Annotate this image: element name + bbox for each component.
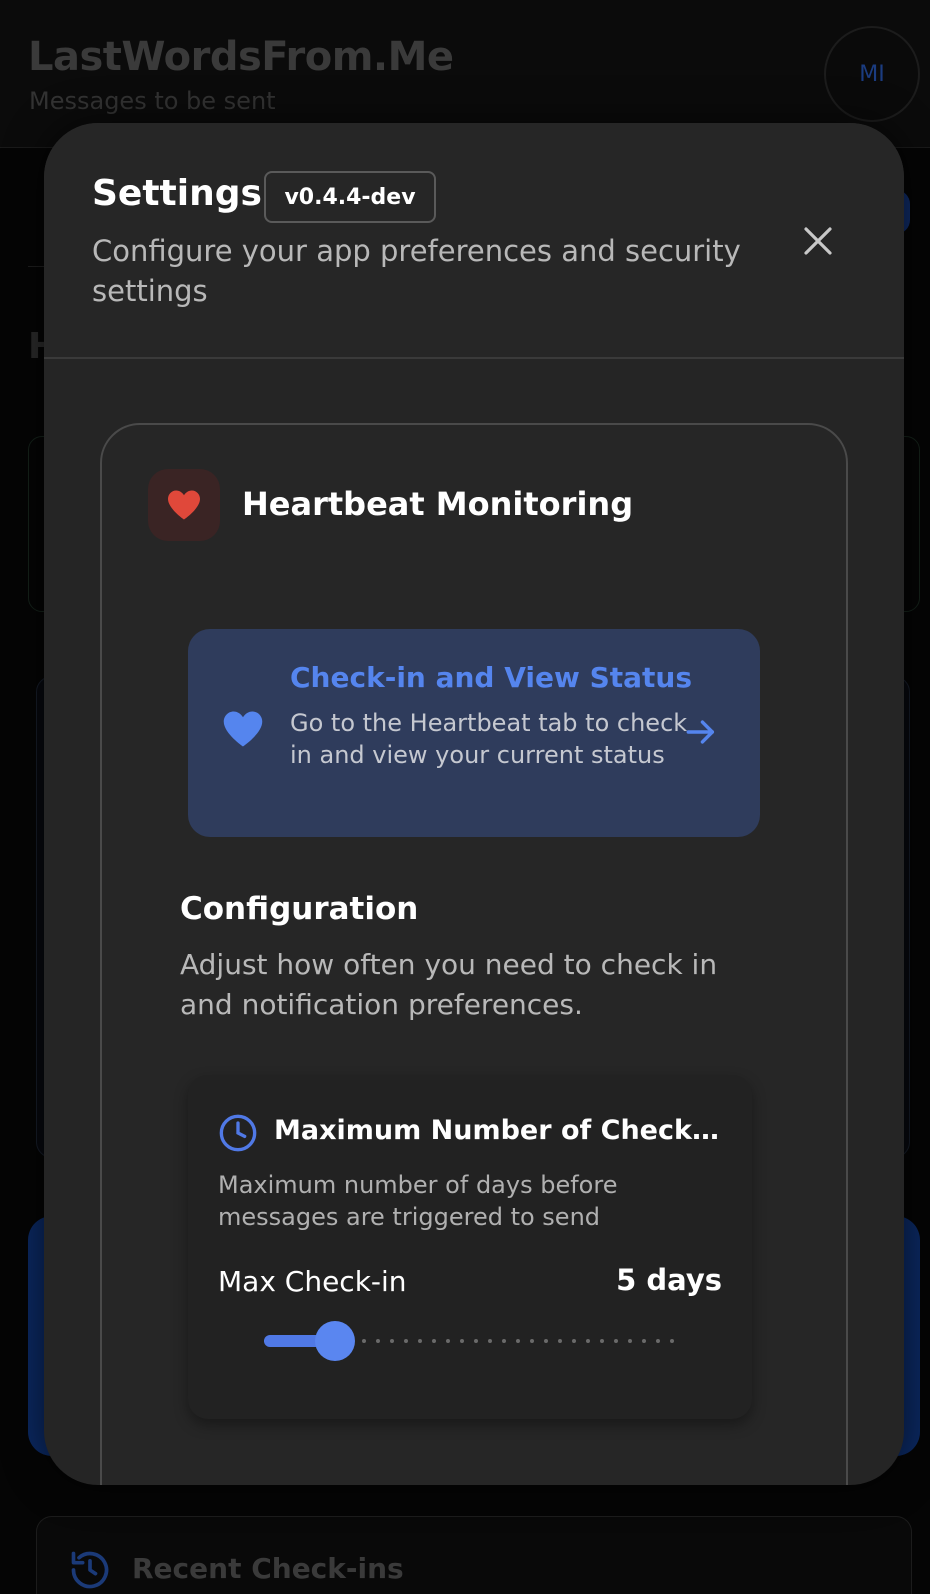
max-checkin-value: 5 days [616, 1263, 722, 1297]
slider-tick [432, 1339, 436, 1343]
slider-tick [404, 1339, 408, 1343]
slider-tick [628, 1339, 632, 1343]
slider-tick [362, 1339, 366, 1343]
close-button[interactable] [798, 221, 838, 261]
section-title: Heartbeat Monitoring [242, 485, 634, 523]
configuration-title: Configuration [180, 891, 419, 927]
slider-tick [600, 1339, 604, 1343]
slider-tick [488, 1339, 492, 1343]
slider-tick [642, 1339, 646, 1343]
heart-icon [223, 711, 263, 747]
heart-icon [168, 490, 200, 520]
modal-body[interactable]: Heartbeat Monitoring Check-in and View S… [44, 359, 904, 1485]
settings-modal: Settings v0.4.4-dev Configure your app p… [44, 123, 904, 1485]
slider-tick [558, 1339, 562, 1343]
modal-header: Settings v0.4.4-dev Configure your app p… [44, 123, 904, 359]
slider-tick [572, 1339, 576, 1343]
history-icon [71, 1551, 109, 1589]
max-checkin-slider[interactable] [264, 1321, 674, 1361]
slider-tick [586, 1339, 590, 1343]
checkin-link-title: Check-in and View Status [290, 661, 693, 694]
app-subtitle: Messages to be sent [29, 87, 276, 115]
slider-tick [530, 1339, 534, 1343]
slider-tick [376, 1339, 380, 1343]
checkin-link-text: Go to the Heartbeat tab to check in and … [290, 709, 688, 769]
slider-tick [474, 1339, 478, 1343]
arrow-right-icon [686, 720, 715, 744]
max-checkin-label: Max Check-in [218, 1265, 407, 1298]
heartbeat-monitoring-card: Heartbeat Monitoring Check-in and View S… [100, 423, 848, 1485]
slider-tick [446, 1339, 450, 1343]
modal-title: Settings [92, 173, 262, 214]
slider-tick [390, 1339, 394, 1343]
slider-tick [460, 1339, 464, 1343]
checkin-status-link[interactable]: Check-in and View Status Go to the Heart… [188, 629, 760, 837]
slider-tick [656, 1339, 660, 1343]
avatar[interactable]: MI [824, 26, 920, 122]
clock-icon [219, 1114, 257, 1152]
max-checkin-description: Maximum number of days before messages a… [218, 1171, 618, 1231]
slider-tick [670, 1339, 674, 1343]
heartbeat-icon-container [148, 469, 220, 541]
version-badge: v0.4.4-dev [264, 171, 436, 223]
slider-tick [614, 1339, 618, 1343]
slider-tick [502, 1339, 506, 1343]
slider-tick [544, 1339, 548, 1343]
max-checkin-card: Maximum Number of Check-in Days Maximum … [188, 1075, 752, 1419]
slider-thumb[interactable] [315, 1321, 356, 1361]
slider-tick [418, 1339, 422, 1343]
close-icon [804, 227, 832, 255]
slider-tick [516, 1339, 520, 1343]
configuration-description: Adjust how often you need to check in an… [180, 948, 718, 1021]
max-checkin-title: Maximum Number of Check-in Days [274, 1115, 724, 1146]
app-title: LastWordsFrom.Me [28, 34, 454, 80]
recent-checkins-label: Recent Check-ins [132, 1552, 404, 1585]
modal-description: Configure your app preferences and secur… [92, 234, 741, 308]
